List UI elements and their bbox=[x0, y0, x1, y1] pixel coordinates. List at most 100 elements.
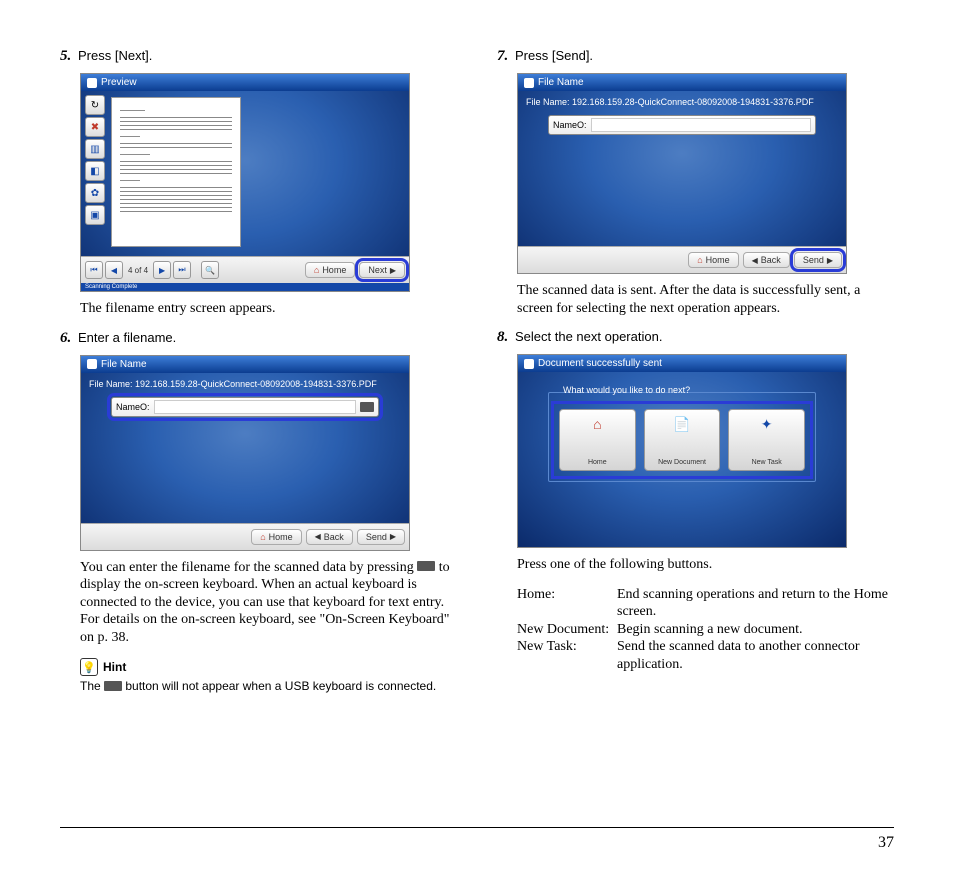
step-number: 5. bbox=[60, 48, 78, 65]
window-title: File Name bbox=[538, 77, 584, 88]
delete-icon[interactable]: ✖ bbox=[85, 117, 105, 137]
page-indicator: 4 of 4 bbox=[125, 266, 151, 275]
filename-footer-bar: ⌂ Home ◀ Back Send ▶ bbox=[518, 246, 846, 273]
home-icon: ⌂ bbox=[587, 414, 607, 434]
window-title: File Name bbox=[101, 359, 147, 370]
def-new-task: New Task: Send the scanned data to anoth… bbox=[517, 638, 894, 673]
choice-label: New Document bbox=[658, 459, 706, 466]
arrow-right-icon: ▶ bbox=[390, 532, 396, 541]
name-label: NameO: bbox=[553, 120, 587, 130]
preview-body: ↻ ✖ ▥ ◧ ✿ ▣ ————— ———— —————— — bbox=[81, 91, 409, 256]
screenshot-success: Document successfully sent What would yo… bbox=[517, 354, 847, 548]
send-button[interactable]: Send ▶ bbox=[794, 252, 842, 268]
arrow-right-icon: ▶ bbox=[390, 266, 396, 275]
next-action-buttons: ⌂ Home 📄 New Document ✦ New Task bbox=[557, 407, 807, 473]
home-label: Home bbox=[706, 255, 730, 265]
step-7: 7. Press [Send]. bbox=[497, 48, 894, 65]
window-titlebar: File Name bbox=[518, 74, 846, 91]
file-name-label: File Name: bbox=[89, 379, 133, 389]
name-input[interactable] bbox=[154, 400, 356, 414]
def-new-document: New Document: Begin scanning a new docum… bbox=[517, 621, 894, 639]
after-step6-text: You can enter the filename for the scann… bbox=[80, 559, 457, 647]
home-icon: ⌂ bbox=[314, 265, 319, 275]
choice-home-button[interactable]: ⌂ Home bbox=[559, 409, 636, 471]
next-page-icon[interactable]: ▶ bbox=[153, 261, 171, 279]
step-6: 6. Enter a filename. bbox=[60, 330, 457, 347]
step-number: 7. bbox=[497, 48, 515, 65]
settings-icon[interactable]: ✿ bbox=[85, 183, 105, 203]
hint-label: Hint bbox=[103, 660, 126, 674]
keyboard-icon bbox=[104, 681, 122, 691]
name-input[interactable] bbox=[591, 118, 811, 132]
document-preview: ————— ———— —————— ———— bbox=[111, 97, 241, 247]
window-titlebar: Document successfully sent bbox=[518, 355, 846, 372]
two-column-layout: 5. Press [Next]. Preview ↻ ✖ ▥ ◧ ✿ ▣ bbox=[60, 48, 894, 707]
step-text: Press [Next]. bbox=[78, 48, 457, 63]
button-definitions: Home: End scanning operations and return… bbox=[517, 586, 894, 674]
file-icon bbox=[87, 359, 97, 369]
first-page-icon[interactable]: ⏮ bbox=[85, 261, 103, 279]
preview-icon bbox=[87, 78, 97, 88]
step-number: 6. bbox=[60, 330, 78, 347]
next-button[interactable]: Next ▶ bbox=[359, 262, 405, 278]
window-title: Document successfully sent bbox=[538, 358, 662, 369]
prev-page-icon[interactable]: ◀ bbox=[105, 261, 123, 279]
preview-toolbar: ↻ ✖ ▥ ◧ ✿ ▣ bbox=[85, 95, 105, 225]
arrow-left-icon: ◀ bbox=[315, 532, 321, 541]
step-text: Press [Send]. bbox=[515, 48, 894, 63]
page-icon[interactable]: ▣ bbox=[85, 205, 105, 225]
keyboard-icon[interactable] bbox=[360, 402, 374, 412]
filename-footer-bar: ⌂ Home ◀ Back Send ▶ bbox=[81, 523, 409, 550]
file-name-value: 192.168.159.28-QuickConnect-08092008-194… bbox=[572, 97, 814, 107]
next-label: Next bbox=[368, 265, 387, 275]
rotate-icon[interactable]: ↻ bbox=[85, 95, 105, 115]
def-term: Home: bbox=[517, 586, 617, 621]
last-page-icon[interactable]: ⏭ bbox=[173, 261, 191, 279]
zoom-icon[interactable]: 🔍 bbox=[201, 261, 219, 279]
home-icon: ⌂ bbox=[697, 255, 702, 265]
file-name-value: 192.168.159.28-QuickConnect-08092008-194… bbox=[135, 379, 377, 389]
send-label: Send bbox=[803, 255, 824, 265]
tool2-icon[interactable]: ◧ bbox=[85, 161, 105, 181]
screenshot-preview: Preview ↻ ✖ ▥ ◧ ✿ ▣ ————— ———— bbox=[80, 73, 410, 292]
back-button[interactable]: ◀ Back bbox=[306, 529, 353, 545]
keyboard-icon bbox=[417, 561, 435, 571]
status-footer: Scanning Complete bbox=[81, 283, 409, 291]
home-button[interactable]: ⌂ Home bbox=[251, 529, 301, 545]
arrow-left-icon: ◀ bbox=[752, 256, 758, 265]
back-label: Back bbox=[324, 532, 344, 542]
def-home: Home: End scanning operations and return… bbox=[517, 586, 894, 621]
home-label: Home bbox=[269, 532, 293, 542]
back-button[interactable]: ◀ Back bbox=[743, 252, 790, 268]
name-input-container: NameO: bbox=[111, 397, 379, 417]
home-button[interactable]: ⌂ Home bbox=[305, 262, 355, 278]
file-icon bbox=[524, 78, 534, 88]
choice-label: New Task bbox=[752, 459, 782, 466]
preview-footer-bar: ⏮ ◀ 4 of 4 ▶ ⏭ 🔍 ⌂ Home bbox=[81, 256, 409, 283]
page-footer: 37 bbox=[60, 827, 894, 852]
step-8: 8. Select the next operation. bbox=[497, 329, 894, 346]
home-label: Home bbox=[322, 265, 346, 275]
document-icon: 📄 bbox=[672, 414, 692, 434]
file-name-label: File Name: bbox=[526, 97, 570, 107]
home-icon: ⌂ bbox=[260, 532, 265, 542]
def-term: New Task: bbox=[517, 638, 617, 673]
back-label: Back bbox=[761, 255, 781, 265]
success-body: What would you like to do next? ⌂ Home 📄… bbox=[518, 392, 846, 547]
step-5: 5. Press [Next]. bbox=[60, 48, 457, 65]
send-label: Send bbox=[366, 532, 387, 542]
choice-newdoc-button[interactable]: 📄 New Document bbox=[644, 409, 721, 471]
def-desc: End scanning operations and return to th… bbox=[617, 586, 894, 621]
choice-label: Home bbox=[588, 459, 607, 466]
manual-page: 5. Press [Next]. Preview ↻ ✖ ▥ ◧ ✿ ▣ bbox=[0, 0, 954, 882]
info-icon bbox=[524, 359, 534, 369]
choice-newtask-button[interactable]: ✦ New Task bbox=[728, 409, 805, 471]
left-column: 5. Press [Next]. Preview ↻ ✖ ▥ ◧ ✿ ▣ bbox=[60, 48, 457, 707]
window-title: Preview bbox=[101, 77, 137, 88]
send-button[interactable]: Send ▶ bbox=[357, 529, 405, 545]
lightbulb-icon: 💡 bbox=[80, 658, 98, 676]
file-name-row: File Name: 192.168.159.28-QuickConnect-0… bbox=[81, 373, 409, 389]
tool-icon[interactable]: ▥ bbox=[85, 139, 105, 159]
def-desc: Begin scanning a new document. bbox=[617, 621, 894, 639]
home-button[interactable]: ⌂ Home bbox=[688, 252, 738, 268]
